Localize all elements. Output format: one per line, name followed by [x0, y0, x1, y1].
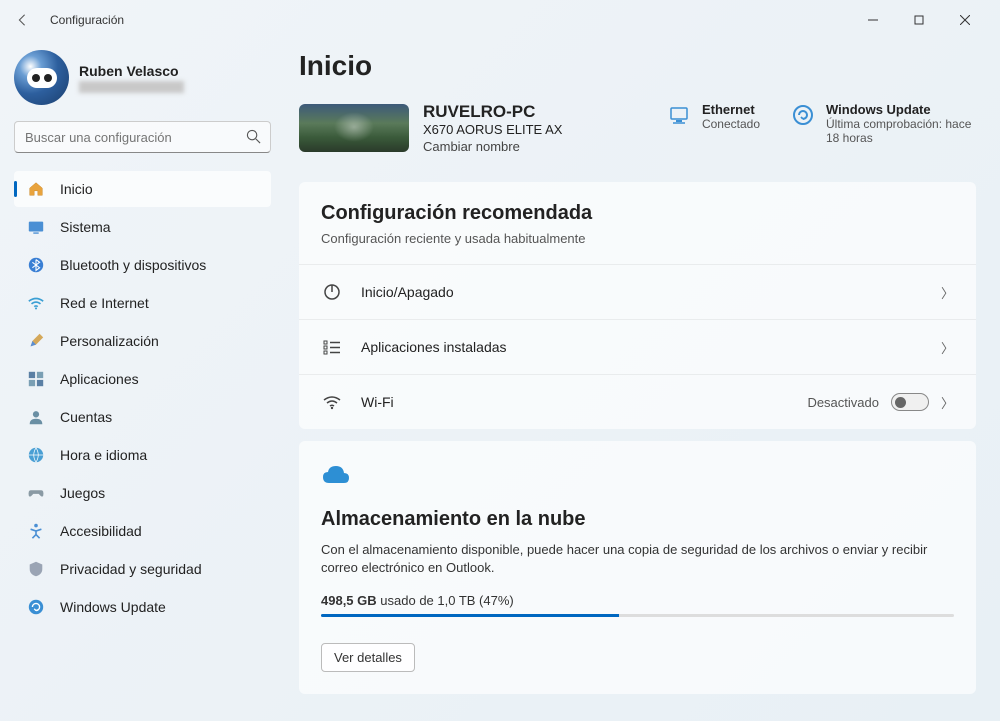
sidebar-item-label: Accesibilidad [60, 523, 142, 539]
sidebar-item-label: Windows Update [60, 599, 166, 615]
nav-list: Inicio Sistema Bluetooth y dispositivos … [14, 171, 271, 625]
ethernet-sub: Conectado [702, 117, 760, 131]
cloud-desc: Con el almacenamiento disponible, puede … [321, 541, 954, 577]
sidebar-item-label: Hora e idioma [60, 447, 147, 463]
storage-used: 498,5 GB [321, 593, 377, 608]
apps-icon [26, 369, 46, 389]
sidebar-item-label: Juegos [60, 485, 105, 501]
sidebar-item-label: Red e Internet [60, 295, 149, 311]
device-model: X670 AORUS ELITE AX [423, 122, 562, 137]
chevron-right-icon: 〉 [941, 393, 954, 412]
sidebar-item-accessibility[interactable]: Accesibilidad [14, 513, 271, 549]
storage-progress-fill [321, 614, 619, 617]
minimize-button[interactable] [850, 4, 896, 36]
sidebar-item-apps[interactable]: Aplicaciones [14, 361, 271, 397]
globe-clock-icon [26, 445, 46, 465]
ethernet-icon [666, 102, 692, 128]
close-button[interactable] [942, 4, 988, 36]
search-box [14, 121, 271, 153]
recommended-title: Configuración recomendada [321, 202, 954, 225]
sidebar-item-label: Inicio [60, 181, 93, 197]
recommended-subtitle: Configuración reciente y usada habitualm… [321, 231, 954, 246]
user-section[interactable]: Ruben Velasco [14, 50, 271, 105]
sidebar-item-label: Personalización [60, 333, 159, 349]
person-icon [26, 407, 46, 427]
avatar [14, 50, 69, 105]
sidebar-item-privacy[interactable]: Privacidad y seguridad [14, 551, 271, 587]
update-status[interactable]: Windows Update Última comprobación: hace… [790, 102, 976, 145]
sidebar-item-label: Privacidad y seguridad [60, 561, 202, 577]
chevron-right-icon: 〉 [941, 338, 954, 357]
window-controls [850, 4, 988, 36]
titlebar: Configuración [0, 0, 1000, 40]
home-icon [26, 179, 46, 199]
chevron-right-icon: 〉 [941, 283, 954, 302]
row-installed-apps[interactable]: Aplicaciones instaladas 〉 [299, 319, 976, 374]
recommended-card: Configuración recomendada Configuración … [299, 182, 976, 429]
gamepad-icon [26, 483, 46, 503]
details-button[interactable]: Ver detalles [321, 643, 415, 672]
sidebar-item-network[interactable]: Red e Internet [14, 285, 271, 321]
device-block[interactable]: RUVELRO-PC X670 AORUS ELITE AX Cambiar n… [299, 102, 562, 154]
content-area: Inicio RUVELRO-PC X670 AORUS ELITE AX Ca… [285, 40, 1000, 721]
sidebar-item-bluetooth[interactable]: Bluetooth y dispositivos [14, 247, 271, 283]
window-title: Configuración [50, 13, 124, 27]
search-input[interactable] [14, 121, 271, 153]
user-name: Ruben Velasco [79, 63, 184, 79]
accessibility-icon [26, 521, 46, 541]
row-label: Wi-Fi [361, 394, 807, 410]
update-status-icon [790, 102, 816, 128]
sidebar-item-label: Bluetooth y dispositivos [60, 257, 206, 273]
sidebar-item-system[interactable]: Sistema [14, 209, 271, 245]
bluetooth-icon [26, 255, 46, 275]
update-title: Windows Update [826, 102, 976, 117]
shield-icon [26, 559, 46, 579]
brush-icon [26, 331, 46, 351]
ethernet-status[interactable]: Ethernet Conectado [666, 102, 760, 131]
storage-progress [321, 614, 954, 617]
sidebar-item-personalization[interactable]: Personalización [14, 323, 271, 359]
sidebar-item-label: Cuentas [60, 409, 112, 425]
row-label: Aplicaciones instaladas [361, 339, 941, 355]
power-icon [321, 281, 343, 303]
ethernet-title: Ethernet [702, 102, 760, 117]
info-row: RUVELRO-PC X670 AORUS ELITE AX Cambiar n… [299, 102, 976, 154]
device-name: RUVELRO-PC [423, 102, 562, 122]
cloud-title: Almacenamiento en la nube [321, 508, 954, 531]
sidebar-item-home[interactable]: Inicio [14, 171, 271, 207]
rename-link[interactable]: Cambiar nombre [423, 139, 562, 154]
sidebar-item-gaming[interactable]: Juegos [14, 475, 271, 511]
sidebar-item-label: Sistema [60, 219, 111, 235]
system-icon [26, 217, 46, 237]
sidebar-item-time[interactable]: Hora e idioma [14, 437, 271, 473]
maximize-button[interactable] [896, 4, 942, 36]
back-button[interactable] [12, 10, 32, 30]
sidebar-item-update[interactable]: Windows Update [14, 589, 271, 625]
list-icon [321, 336, 343, 358]
wifi-icon [26, 293, 46, 313]
row-wifi[interactable]: Wi-Fi Desactivado 〉 [299, 374, 976, 429]
storage-of: usado de 1,0 TB (47%) [380, 593, 513, 608]
update-icon [26, 597, 46, 617]
storage-text: 498,5 GB usado de 1,0 TB (47%) [321, 593, 954, 608]
user-email [79, 81, 184, 93]
wifi-state-label: Desactivado [807, 395, 879, 410]
cloud-card: Almacenamiento en la nube Con el almacen… [299, 441, 976, 694]
wifi-toggle[interactable] [891, 393, 929, 411]
row-label: Inicio/Apagado [361, 284, 941, 300]
page-title: Inicio [299, 50, 976, 82]
device-wallpaper [299, 104, 409, 152]
wifi-row-icon [321, 391, 343, 413]
cloud-icon [321, 463, 954, 490]
update-sub: Última comprobación: hace 18 horas [826, 117, 976, 145]
sidebar: Ruben Velasco Inicio Sistema Bluetooth y… [0, 40, 285, 721]
search-icon [246, 129, 261, 149]
sidebar-item-accounts[interactable]: Cuentas [14, 399, 271, 435]
row-power[interactable]: Inicio/Apagado 〉 [299, 264, 976, 319]
sidebar-item-label: Aplicaciones [60, 371, 139, 387]
